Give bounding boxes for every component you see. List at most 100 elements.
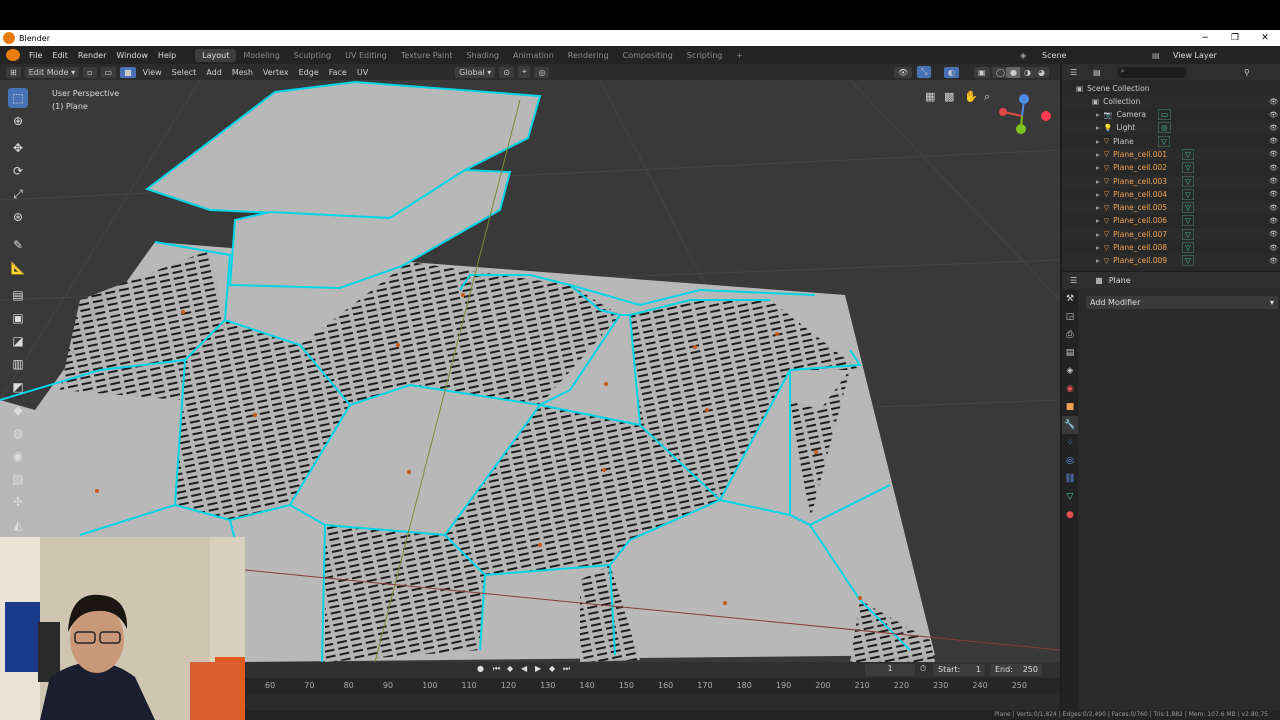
rotate-icon[interactable]: ⟳ [8,161,28,181]
visibility-eye-icon[interactable]: 👁 [1269,97,1279,106]
cursor-icon[interactable]: ⊕ [8,111,28,131]
outliner-object-row[interactable]: ▸ ▽ Plane_cell.009 ▽ 👁 [1062,254,1280,268]
data-tab-icon[interactable]: ▽ [1062,488,1078,506]
render-tab-icon[interactable]: ◲ [1062,308,1078,326]
shrink-fatten-icon[interactable]: ✣ [8,492,28,512]
modifier-tab-icon[interactable]: 🔧 [1062,416,1078,434]
knife-icon[interactable]: ◩ [8,377,28,397]
outliner-object-row[interactable]: ▸ ▽ Plane_cell.008 ▽ 👁 [1062,241,1280,254]
poly-build-icon[interactable]: ◆ [8,400,28,420]
shading-solid-icon[interactable]: ● [1006,66,1021,78]
overlays-toggle-icon[interactable]: ◐ [944,66,959,78]
maximize-button[interactable]: ❐ [1220,30,1250,46]
expand-chevron-icon[interactable]: ▸ [1096,163,1100,172]
menu-face[interactable]: Face [324,68,352,77]
editor-type-icon[interactable]: ⊞ [6,66,21,78]
constraints-tab-icon[interactable]: ⛓ [1062,470,1078,488]
gizmo-neg-x-axis[interactable] [1041,111,1051,121]
transform-orientation-selector[interactable]: Global ▾ [455,66,496,78]
scale-icon[interactable]: ⤢ [8,184,28,204]
object-data-icon[interactable]: ▽ [1158,135,1170,147]
measure-icon[interactable]: 📐 [8,258,28,278]
view-layer-selector[interactable]: View Layer [1173,51,1217,60]
view-layer-tab-icon[interactable]: ▤ [1062,344,1078,362]
visibility-eye-icon[interactable]: 👁 [1269,244,1278,252]
play-reverse-icon[interactable]: ◀ [521,664,527,673]
tool-tab-icon[interactable]: ⚒ [1062,290,1078,308]
prev-keyframe-icon[interactable]: ◆ [507,664,513,673]
expand-chevron-icon[interactable]: ▸ [1096,230,1100,239]
outliner-object-row[interactable]: ▸ 📷 Camera ▭ 👁 [1062,108,1280,121]
object-data-icon[interactable]: ▽ [1182,242,1194,253]
proportional-edit-icon[interactable]: ◎ [534,66,550,78]
visibility-eye-icon[interactable]: 👁 [1269,111,1278,119]
tab-sculpting[interactable]: Sculpting [287,49,338,62]
object-data-icon[interactable]: ▽ [1182,215,1194,227]
expand-chevron-icon[interactable]: ▸ [1096,123,1100,132]
expand-chevron-icon[interactable]: ▸ [1096,243,1100,252]
expand-chevron-icon[interactable]: ▸ [1096,256,1100,265]
menu-render[interactable]: Render [73,51,111,60]
outliner-object-row[interactable]: ▸ ▽ Plane_cell.001 ▽ 👁 [1062,147,1280,161]
gizmo-y-axis[interactable] [1016,124,1026,134]
scene-tab-icon[interactable]: ◈ [1062,362,1078,380]
menu-edge[interactable]: Edge [294,68,324,77]
expand-chevron-icon[interactable]: ▸ [1096,150,1100,159]
expand-chevron-icon[interactable]: ▸ [1096,177,1100,186]
tab-layout[interactable]: Layout [195,48,237,62]
gizmo-x-axis[interactable] [999,108,1007,116]
gizmo-z-axis[interactable] [1019,94,1029,104]
outliner-search-input[interactable]: ⌕ [1116,66,1187,78]
menu-help[interactable]: Help [153,51,181,60]
scene-selector[interactable]: Scene [1042,51,1066,60]
smooth-icon[interactable]: ◉ [8,446,28,466]
menu-file[interactable]: File [24,51,47,60]
scene-collection-row[interactable]: ▣ Scene Collection [1062,82,1280,95]
outliner-object-row[interactable]: ▸ ▽ Plane_cell.006 ▽ 👁 [1062,214,1280,227]
visibility-eye-icon[interactable]: 👁 [1269,217,1278,225]
tab-texture-paint[interactable]: Texture Paint [394,49,460,62]
menu-view[interactable]: View [138,68,167,77]
play-icon[interactable]: ▶ [535,664,541,673]
outliner-object-row[interactable]: ▸ ▽ Plane_cell.007 ▽ 👁 [1062,227,1280,241]
menu-vertex[interactable]: Vertex [258,68,294,77]
select-mode-face-icon[interactable]: ■ [120,66,136,78]
blender-menu-icon[interactable] [6,49,20,61]
add-modifier-button[interactable]: Add Modifier ▾ [1086,296,1278,309]
expand-chevron-icon[interactable]: ▸ [1096,137,1100,146]
add-workspace-button[interactable]: + [729,49,750,62]
outliner-object-row[interactable]: ▸ ▽ Plane_cell.005 ▽ 👁 [1062,201,1280,215]
select-mode-vertex-icon[interactable]: ▫ [83,66,97,78]
select-mode-edge-icon[interactable]: ▭ [100,66,117,78]
menu-edit[interactable]: Edit [47,51,73,60]
loop-cut-icon[interactable]: ▥ [8,354,28,374]
expand-chevron-icon[interactable]: ▸ [1096,203,1100,212]
minimize-button[interactable]: − [1190,30,1220,46]
expand-chevron-icon[interactable]: ▸ [1096,216,1100,225]
select-box-icon[interactable]: ⬚ [8,87,28,108]
extrude-icon[interactable]: ▤ [8,285,28,305]
object-data-icon[interactable]: ▽ [1182,175,1194,187]
outliner-object-row[interactable]: ▸ ▽ Plane_cell.003 ▽ 👁 [1062,174,1280,188]
object-data-icon[interactable]: ▽ [1182,255,1194,267]
bevel-icon[interactable]: ◪ [8,331,28,351]
menu-select[interactable]: Select [167,68,202,77]
output-tab-icon[interactable]: ⎙ [1062,326,1078,344]
object-tab-icon[interactable]: ■ [1062,398,1078,416]
jump-end-icon[interactable]: ⏭ [563,664,570,674]
visibility-eye-icon[interactable]: 👁 [1269,177,1278,185]
shear-icon[interactable]: ◭ [8,515,28,535]
visibility-eye-icon[interactable]: 👁 [1269,204,1278,212]
visibility-eye-icon[interactable]: 👁 [1269,257,1278,265]
particles-tab-icon[interactable]: ⁘ [1062,434,1078,452]
visibility-eye-icon[interactable]: 👁 [1269,164,1278,172]
object-data-icon[interactable]: ▽ [1182,148,1194,160]
collection-row[interactable]: ▣ Collection 👁 [1062,95,1280,108]
edge-slide-icon[interactable]: ▧ [8,469,28,489]
visibility-eye-icon[interactable]: 👁 [1269,190,1278,198]
object-data-icon[interactable]: ▽ [1182,188,1194,200]
object-data-icon[interactable]: ◎ [1158,122,1171,134]
object-data-icon[interactable]: ▭ [1158,109,1172,120]
menu-uv[interactable]: UV [352,68,373,77]
view-object-types-icon[interactable]: 👁 [894,66,913,78]
